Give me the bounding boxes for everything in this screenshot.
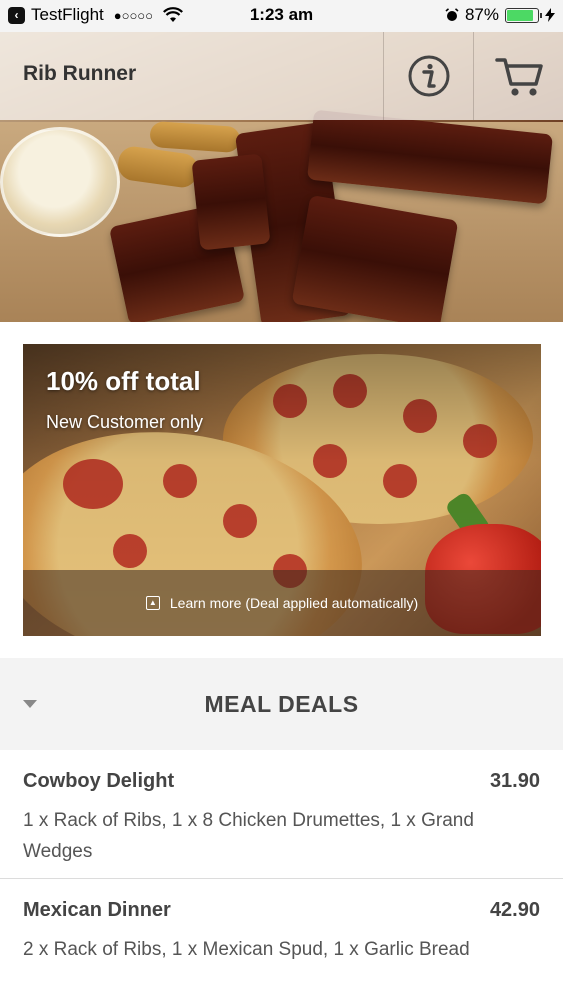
battery-icon bbox=[505, 7, 542, 23]
chevron-down-icon bbox=[23, 700, 37, 708]
status-bar: ‹ TestFlight ●○○○○ 1:23 am 87% bbox=[0, 0, 563, 32]
app-title: Rib Runner bbox=[23, 62, 137, 85]
item-name: Mexican Dinner bbox=[23, 899, 171, 921]
promo-banner[interactable]: 10% off total New Customer only ▲ Learn … bbox=[23, 344, 541, 636]
info-icon bbox=[408, 55, 449, 97]
expand-icon: ▲ bbox=[145, 596, 160, 610]
charging-icon bbox=[545, 8, 555, 22]
cart-button[interactable] bbox=[474, 32, 563, 120]
hero-image: Rib Runner bbox=[0, 32, 563, 322]
item-description: 1 x Rack of Ribs, 1 x 8 Chicken Drumette… bbox=[23, 810, 474, 862]
cart-icon bbox=[494, 58, 543, 96]
info-button[interactable] bbox=[384, 32, 473, 120]
item-description: 2 x Rack of Ribs, 1 x Mexican Spud, 1 x … bbox=[23, 939, 470, 960]
battery-percent: 87% bbox=[464, 5, 499, 24]
section-header-meal-deals[interactable]: MEAL DEALS bbox=[0, 658, 563, 750]
status-right: 87% bbox=[445, 5, 555, 25]
learn-more-label: Learn more (Deal applied automatically) bbox=[169, 595, 419, 611]
app-header: Rib Runner bbox=[0, 32, 563, 120]
section-title: MEAL DEALS bbox=[204, 690, 359, 717]
learn-more-link[interactable]: ▲ Learn more (Deal applied automatically… bbox=[23, 570, 541, 636]
battery-level bbox=[507, 9, 534, 21]
item-name: Cowboy Delight bbox=[23, 770, 175, 792]
promo-title: 10% off total bbox=[46, 366, 201, 396]
hero-salad-bowl bbox=[0, 127, 120, 237]
item-price: 31.90 bbox=[489, 770, 540, 792]
alarm-icon bbox=[445, 8, 459, 21]
hero-rib bbox=[191, 153, 271, 251]
item-price: 42.90 bbox=[489, 899, 540, 921]
menu-item[interactable]: Cowboy Delight 31.90 1 x Rack of Ribs, 1… bbox=[0, 750, 563, 879]
menu-item[interactable]: Mexican Dinner 42.90 2 x Rack of Ribs, 1… bbox=[0, 879, 563, 1000]
promo-subtitle: New Customer only bbox=[46, 412, 204, 432]
